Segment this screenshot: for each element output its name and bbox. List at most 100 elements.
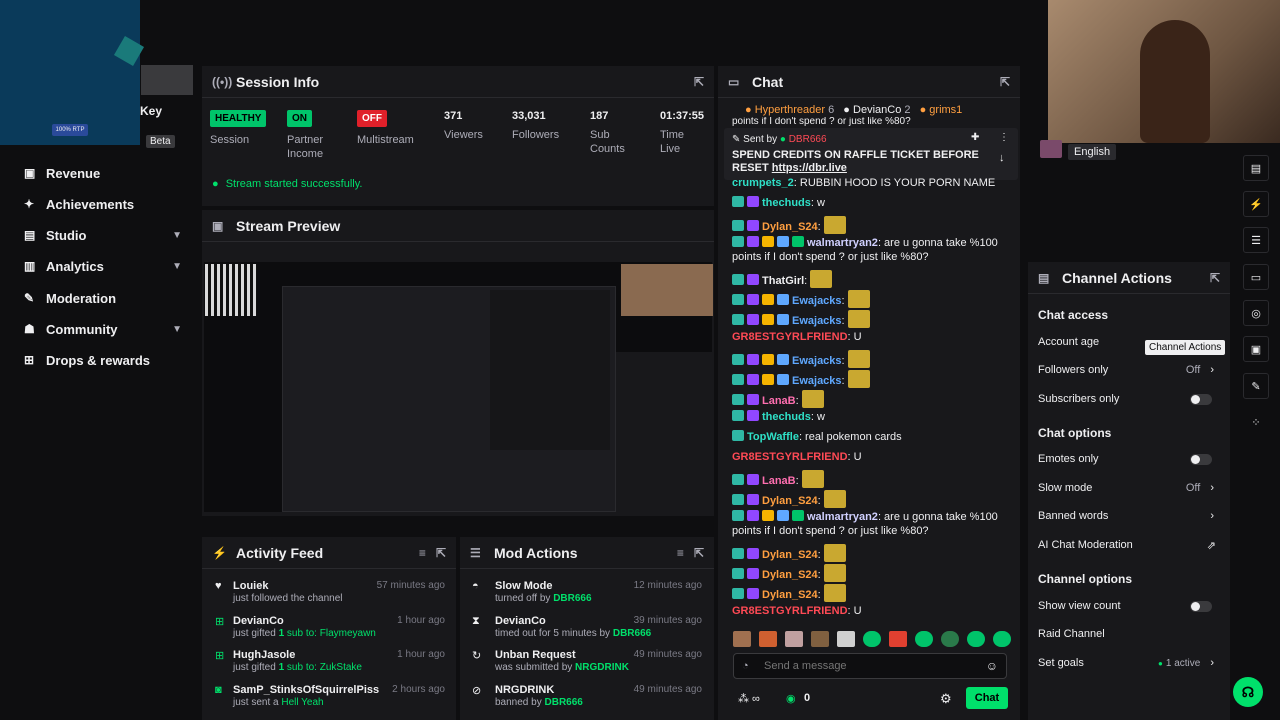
chat-message[interactable]: Ewajacks: bbox=[732, 310, 1012, 328]
emote-slot[interactable] bbox=[993, 631, 1011, 647]
chat-message[interactable]: GR8ESTGYRLFRIEND: U bbox=[732, 604, 1012, 618]
filter-icon[interactable]: ≡ bbox=[419, 546, 426, 560]
chat-username[interactable]: Dylan_S24 bbox=[762, 549, 818, 561]
chat-username[interactable]: walmartryan2 bbox=[807, 511, 878, 523]
chat-message[interactable]: Dylan_S24: bbox=[732, 584, 1012, 602]
activity-user[interactable]: DevianCo bbox=[233, 615, 284, 627]
viewers-link-icon[interactable]: ⁂ ∞ bbox=[738, 692, 760, 705]
chat-message[interactable]: Dylan_S24: bbox=[732, 544, 1012, 562]
chat-username[interactable]: Dylan_S24 bbox=[762, 495, 818, 507]
emote-slot[interactable] bbox=[733, 631, 751, 647]
sidebar-item-4[interactable]: ✎ Moderation bbox=[0, 283, 200, 313]
pinned-link[interactable]: https://dbr.live bbox=[772, 162, 847, 174]
activity-row[interactable]: ◙ SamP_StinksOfSquirrelPiss just sent a He… bbox=[215, 684, 445, 714]
chat-username[interactable]: GR8ESTGYRLFRIEND bbox=[732, 331, 848, 343]
mod-action-row[interactable]: ⊘ NRGDRINK banned by DBR666 49 minutes ago bbox=[472, 684, 702, 714]
chat-message[interactable]: GR8ESTGYRLFRIEND: U bbox=[732, 330, 1012, 344]
chat-message[interactable]: thechuds: w bbox=[732, 196, 1012, 210]
gifter-1-name[interactable]: Hyperthreader bbox=[755, 104, 825, 116]
sidebar-item-2[interactable]: ▤ Studio ▼ bbox=[0, 220, 200, 250]
chat-message[interactable]: walmartryan2: are u gonna take %100 poin… bbox=[732, 236, 1012, 264]
mod-action-row[interactable]: ◓ Slow Mode turned off by DBR666 12 minutes… bbox=[472, 580, 702, 610]
emote-slot[interactable] bbox=[837, 631, 855, 647]
chat-username[interactable]: ThatGirl bbox=[762, 275, 804, 287]
chat-message[interactable]: ThatGirl: bbox=[732, 270, 1012, 288]
raid-channel-row[interactable]: Raid Channel bbox=[1038, 624, 1218, 644]
emote-slot[interactable] bbox=[967, 631, 985, 647]
chat-username[interactable]: Ewajacks bbox=[792, 315, 842, 327]
chat-username[interactable]: LanaB bbox=[762, 475, 796, 487]
activity-row[interactable]: ⊞ DevianCo just gifted 1 sub to: Flaymeyaw… bbox=[215, 615, 445, 645]
sidebar-item-6[interactable]: ⊞ Drops & rewards bbox=[0, 345, 200, 375]
chat-username[interactable]: Dylan_S24 bbox=[762, 221, 818, 233]
chat-username[interactable]: walmartryan2 bbox=[807, 237, 878, 249]
chat-message[interactable]: LanaB: bbox=[732, 470, 1012, 488]
popout-icon[interactable]: ⇱ bbox=[436, 546, 446, 560]
emote-slot[interactable] bbox=[811, 631, 829, 647]
unpin-icon[interactable]: ✚ bbox=[971, 132, 979, 143]
chat-input-box[interactable]: ◔ ☺ bbox=[733, 653, 1007, 679]
chat-username[interactable]: Ewajacks bbox=[792, 295, 842, 307]
chat-settings-icon[interactable]: ⚙ bbox=[940, 691, 952, 707]
sidebar-item-1[interactable]: ✦ Achievements bbox=[0, 189, 200, 219]
filter-icon[interactable]: ≡ bbox=[677, 546, 684, 560]
rail-channel-actions-icon[interactable]: ▣ bbox=[1243, 336, 1269, 362]
sidebar-item-3[interactable]: ▥ Analytics ▼ bbox=[0, 251, 200, 281]
followers-only-row[interactable]: Followers only Off › bbox=[1038, 360, 1218, 380]
chat-message[interactable]: crumpets_2: RUBBIN HOOD IS YOUR PORN NAM… bbox=[732, 176, 1012, 190]
emoji-icon[interactable]: ☺ bbox=[986, 659, 998, 673]
emote-slot[interactable] bbox=[759, 631, 777, 647]
chat-username[interactable]: thechuds bbox=[762, 411, 811, 423]
popout-icon[interactable]: ⇱ bbox=[694, 75, 704, 89]
activity-user[interactable]: Louiek bbox=[233, 580, 268, 592]
rail-session-icon[interactable]: ▤ bbox=[1243, 155, 1269, 181]
chat-message[interactable]: walmartryan2: are u gonna take %100 poin… bbox=[732, 510, 1012, 538]
chat-username[interactable]: GR8ESTGYRLFRIEND bbox=[732, 605, 848, 617]
rail-mod-icon[interactable]: ☰ bbox=[1243, 227, 1269, 253]
set-goals-row[interactable]: Set goals ● 1 active › bbox=[1038, 653, 1218, 673]
chat-message[interactable]: Dylan_S24: bbox=[732, 490, 1012, 508]
chat-send-button[interactable]: Chat bbox=[966, 687, 1008, 709]
activity-user[interactable]: HughJasole bbox=[233, 649, 295, 661]
emote-slot[interactable] bbox=[941, 631, 959, 647]
chat-mode-icon[interactable]: ◔ bbox=[742, 660, 749, 672]
stream-key-input[interactable] bbox=[141, 65, 193, 95]
chat-message[interactable]: GR8ESTGYRLFRIEND: U bbox=[732, 450, 1012, 464]
chat-message[interactable]: thechuds: w bbox=[732, 410, 1012, 424]
popout-icon[interactable]: ⇱ bbox=[1210, 271, 1220, 285]
activity-user[interactable]: SamP_StinksOfSquirrelPiss bbox=[233, 684, 379, 696]
chat-username[interactable]: Dylan_S24 bbox=[762, 569, 818, 581]
expand-icon[interactable]: ↓ bbox=[999, 152, 1005, 164]
emote-slot[interactable] bbox=[863, 631, 881, 647]
emote-slot[interactable] bbox=[889, 631, 907, 647]
emotes-only-toggle[interactable] bbox=[1190, 453, 1212, 465]
gifter-3-name[interactable]: grims1 bbox=[929, 104, 962, 116]
mod-action-row[interactable]: ⧗ DevianCo timed out for 5 minutes by DBR6… bbox=[472, 615, 702, 645]
chat-message[interactable]: TopWaffle: real pokemon cards bbox=[732, 430, 1012, 444]
chat-username[interactable]: Dylan_S24 bbox=[762, 589, 818, 601]
rail-chat-icon[interactable]: ▭ bbox=[1243, 264, 1269, 290]
activity-row[interactable]: ♥ Louiek just followed the channel 57 minut… bbox=[215, 580, 445, 610]
subscribers-only-toggle[interactable] bbox=[1190, 393, 1212, 405]
slow-mode-row[interactable]: Slow mode Off › bbox=[1038, 478, 1218, 498]
chat-message[interactable]: Ewajacks: bbox=[732, 370, 1012, 388]
chat-username[interactable]: crumpets_2 bbox=[732, 177, 794, 189]
chat-username[interactable]: GR8ESTGYRLFRIEND bbox=[732, 451, 848, 463]
chat-username[interactable]: Ewajacks bbox=[792, 375, 842, 387]
help-button[interactable]: ☊ bbox=[1233, 677, 1263, 707]
ai-moderation-row[interactable]: AI Chat Moderation ⇗ bbox=[1038, 535, 1218, 555]
emote-slot[interactable] bbox=[915, 631, 933, 647]
chat-message[interactable]: Ewajacks: bbox=[732, 290, 1012, 308]
sidebar-item-5[interactable]: ☗ Community ▼ bbox=[0, 314, 200, 344]
popout-icon[interactable]: ⇱ bbox=[1000, 75, 1010, 89]
chat-input[interactable] bbox=[764, 658, 964, 674]
rail-apps-icon[interactable]: ⁘ bbox=[1243, 409, 1269, 435]
chat-message[interactable]: LanaB: bbox=[732, 390, 1012, 408]
language-badge[interactable]: English bbox=[1068, 144, 1117, 160]
chat-username[interactable]: TopWaffle bbox=[747, 431, 799, 443]
gifter-2-name[interactable]: DevianCo bbox=[853, 104, 901, 116]
sidebar-item-0[interactable]: ▣ Revenue bbox=[0, 158, 200, 188]
show-view-count-toggle[interactable] bbox=[1190, 600, 1212, 612]
chat-message[interactable]: Ewajacks: bbox=[732, 350, 1012, 368]
emote-slot[interactable] bbox=[785, 631, 803, 647]
